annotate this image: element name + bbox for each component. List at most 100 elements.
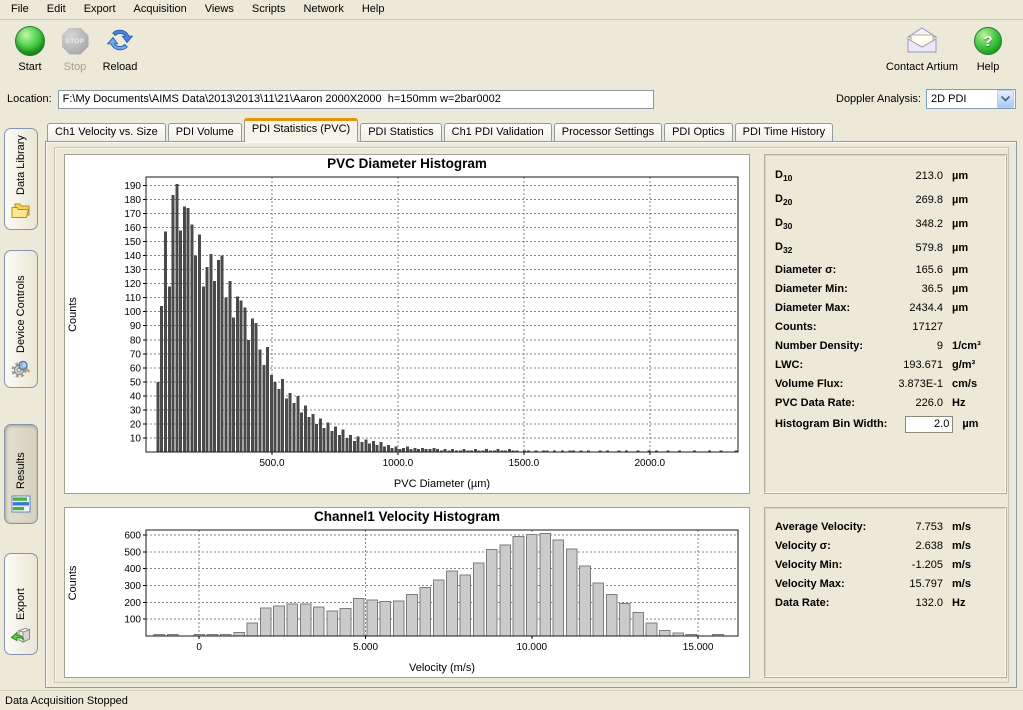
stat-unit: m/s (952, 578, 996, 590)
stat-unit: µm (952, 218, 996, 230)
stat-row-velocity-min: Velocity Min:-1.205m/s (775, 555, 996, 574)
svg-text:PVC Diameter (µm): PVC Diameter (µm) (394, 478, 490, 490)
diameter-statistics-panel: D10213.0µmD20269.8µmD30348.2µmD32579.8µm… (764, 154, 1007, 494)
results-icon (10, 493, 32, 518)
svg-text:100: 100 (124, 615, 141, 626)
svg-text:70: 70 (130, 349, 142, 360)
menu-item-edit[interactable]: Edit (38, 1, 75, 18)
tab-ch1-pdi-validation[interactable]: Ch1 PDI Validation (444, 123, 552, 141)
svg-text:10.000: 10.000 (517, 642, 548, 653)
stat-unit: m/s (952, 559, 996, 571)
tab-pdi-time-history[interactable]: PDI Time History (735, 123, 834, 141)
svg-text:190: 190 (124, 181, 141, 192)
stat-unit: Hz (952, 597, 996, 609)
svg-text:500.0: 500.0 (259, 458, 284, 469)
location-input[interactable] (58, 90, 654, 109)
contact-artium-button[interactable]: Contact Artium (885, 25, 959, 73)
menu-item-export[interactable]: Export (75, 1, 125, 18)
stat-value: 36.5 (879, 283, 943, 295)
stat-label: Volume Flux: (775, 378, 879, 390)
svg-text:2000.0: 2000.0 (635, 458, 666, 469)
tab-container: Ch1 Velocity vs. SizePDI VolumePDI Stati… (45, 120, 1017, 688)
device-controls-icon (10, 357, 32, 382)
svg-text:150: 150 (124, 237, 141, 248)
chevron-down-icon[interactable] (997, 90, 1014, 108)
stat-value: 3.873E-1 (879, 378, 943, 390)
stat-row-pvc-data-rate: PVC Data Rate:226.0Hz (775, 393, 996, 412)
menu-item-file[interactable]: File (2, 1, 38, 18)
sidebar-item-device-controls[interactable]: Device Controls (4, 250, 38, 388)
pvc-diameter-histogram-chart: 1020304050607080901001101201301401501601… (65, 174, 747, 492)
stat-row-lwc: LWC:193.671g/m³ (775, 355, 996, 374)
location-label: Location: (7, 93, 52, 105)
tab-pdi-optics[interactable]: PDI Optics (664, 123, 733, 141)
svg-text:130: 130 (124, 265, 141, 276)
menu-item-network[interactable]: Network (294, 1, 352, 18)
menu-item-help[interactable]: Help (353, 1, 394, 18)
stat-row-d30: D30348.2µm (775, 212, 996, 236)
stat-label: D10 (775, 169, 879, 183)
stat-unit: m/s (952, 540, 996, 552)
svg-text:Counts: Counts (67, 565, 79, 600)
reload-button[interactable]: Reload (98, 25, 142, 73)
tab-ch1-velocity-vs-size[interactable]: Ch1 Velocity vs. Size (47, 123, 166, 141)
stat-row-counts: Counts:17127 (775, 317, 996, 336)
svg-text:600: 600 (124, 531, 141, 542)
stat-label: Diameter Max: (775, 302, 879, 314)
stat-unit: µm (952, 194, 996, 206)
stat-row-d10: D10213.0µm (775, 164, 996, 188)
stat-unit: cm/s (952, 378, 996, 390)
stat-row-diameter-max: Diameter Max:2434.4µm (775, 298, 996, 317)
stat-label: Data Rate: (775, 597, 879, 609)
stat-label: Number Density: (775, 340, 879, 352)
svg-text:120: 120 (124, 279, 141, 290)
sidebar-item-label: Data Library (15, 135, 27, 195)
svg-text:200: 200 (124, 598, 141, 609)
stat-unit: 1/cm³ (952, 340, 996, 352)
stat-label: LWC: (775, 359, 879, 371)
stop-icon: STOP (62, 28, 89, 55)
stat-row-diameter: Diameter σ:165.6µm (775, 260, 996, 279)
stat-label: PVC Data Rate: (775, 397, 879, 409)
tab-processor-settings[interactable]: Processor Settings (554, 123, 662, 141)
stat-label: D30 (775, 217, 879, 231)
svg-text:0: 0 (196, 642, 202, 653)
menu-item-scripts[interactable]: Scripts (243, 1, 295, 18)
start-icon (15, 26, 45, 56)
stat-value: 213.0 (879, 170, 943, 182)
tab-pdi-volume[interactable]: PDI Volume (168, 123, 242, 141)
reload-icon (106, 26, 134, 57)
svg-text:Counts: Counts (67, 297, 79, 332)
sidebar-item-label: Export (15, 560, 27, 620)
tab-pdi-statistics[interactable]: PDI Statistics (360, 123, 441, 141)
tab-pdi-statistics-pvc[interactable]: PDI Statistics (PVC) (244, 118, 358, 142)
stat-label: Counts: (775, 321, 879, 333)
stat-label: Diameter Min: (775, 283, 879, 295)
svg-text:80: 80 (130, 335, 142, 346)
start-button[interactable]: Start (8, 25, 52, 73)
help-button[interactable]: ? Help (966, 25, 1010, 73)
sidebar-item-results[interactable]: Results (4, 424, 38, 524)
doppler-analysis-label: Doppler Analysis: (836, 93, 921, 105)
svg-text:160: 160 (124, 223, 141, 234)
doppler-analysis-select[interactable]: 2D PDI (926, 89, 1016, 109)
stat-unit: µm (962, 418, 996, 430)
menu-item-acquisition[interactable]: Acquisition (125, 1, 196, 18)
svg-text:10: 10 (130, 434, 142, 445)
menu-item-views[interactable]: Views (196, 1, 243, 18)
contact-artium-label: Contact Artium (886, 61, 958, 73)
sidebar-item-data-library[interactable]: Data Library (4, 128, 38, 230)
chart-title: PVC Diameter Histogram (65, 155, 749, 174)
help-icon: ? (974, 27, 1002, 55)
chart-title: Channel1 Velocity Histogram (65, 508, 749, 527)
stat-value: -1.205 (879, 559, 943, 571)
stat-row-histogram-bin-width: Histogram Bin Width:µm (775, 412, 996, 436)
stat-unit: µm (952, 264, 996, 276)
stop-button[interactable]: STOP Stop (53, 25, 97, 73)
sidebar-item-label: Device Controls (15, 257, 27, 353)
stat-row-velocity: Velocity σ:2.638m/s (775, 536, 996, 555)
histogram-bin-width-input[interactable] (905, 416, 953, 433)
sidebar-item-export[interactable]: Export (4, 553, 38, 655)
stat-row-d32: D32579.8µm (775, 236, 996, 260)
velocity-histogram-chart: 10020030040050060005.00010.00015.000Coun… (65, 527, 747, 676)
